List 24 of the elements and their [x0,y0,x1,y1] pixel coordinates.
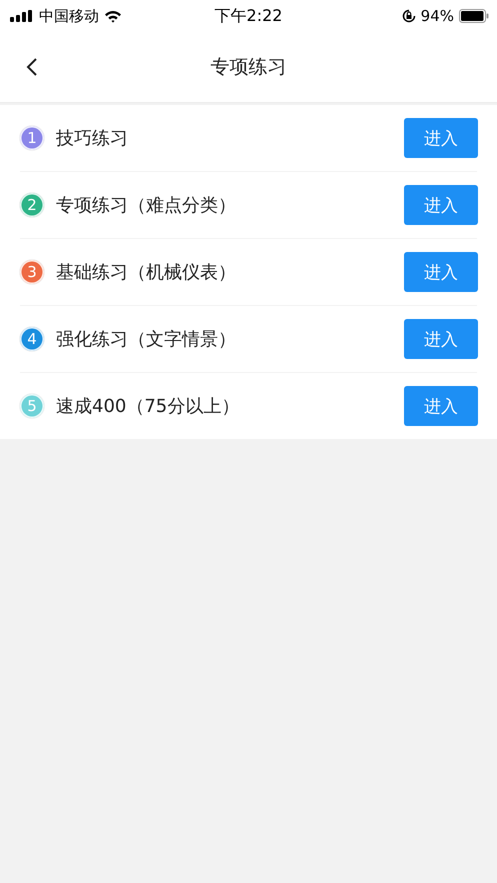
item-title: 基础练习（机械仪表） [56,261,237,284]
item-title: 速成400（75分以上） [56,395,240,418]
number-badge: 5 [20,394,44,418]
number-badge: 4 [20,327,44,351]
number-badge: 1 [20,126,44,150]
battery-percent: 94% [420,7,454,25]
enter-button[interactable]: 进入 [404,185,478,225]
wifi-icon [104,10,122,22]
number-badge: 3 [20,260,44,284]
enter-button[interactable]: 进入 [404,319,478,359]
item-title: 技巧练习 [56,127,129,150]
battery-icon [459,9,489,23]
item-title: 强化练习（文字情景） [56,328,237,351]
item-title: 专项练习（难点分类） [56,194,237,217]
enter-button[interactable]: 进入 [404,386,478,426]
number-badge: 2 [20,193,44,217]
enter-button[interactable]: 进入 [404,252,478,292]
back-icon[interactable] [26,57,38,77]
rotation-lock-icon [402,9,416,23]
page-title: 专项练习 [210,55,286,80]
carrier-name: 中国移动 [39,6,99,26]
status-time: 下午2:22 [214,6,282,26]
enter-button[interactable]: 进入 [404,118,478,158]
signal-icon [10,10,34,22]
